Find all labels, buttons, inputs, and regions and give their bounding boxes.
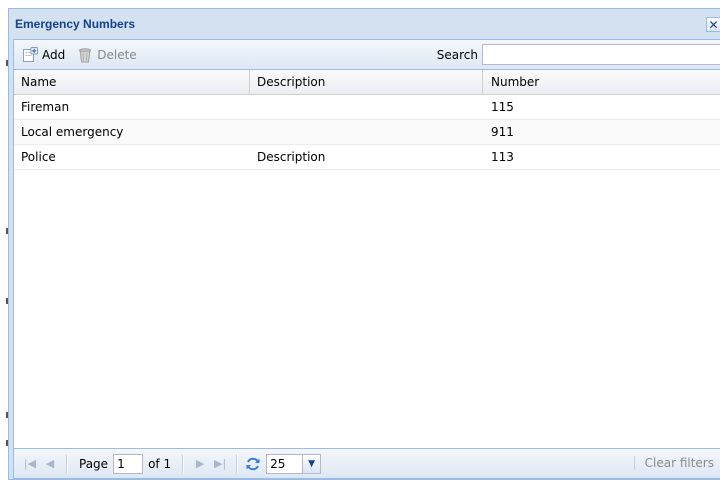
cell-name: Local emergency <box>21 125 124 139</box>
table-row[interactable]: Police Description 113 <box>14 145 720 170</box>
trash-icon <box>77 47 93 63</box>
toolbar: Add Delete Search <box>14 40 720 70</box>
add-contact-icon <box>22 46 38 63</box>
column-header-name[interactable]: Name <box>14 70 250 94</box>
grid-body: Fireman 115 Local emergency 911 Police D… <box>14 95 720 170</box>
window-titlebar[interactable]: Emergency Numbers ✕ <box>9 9 720 39</box>
delete-button-label: Delete <box>97 47 137 62</box>
cell-description <box>250 120 483 144</box>
pager-separator <box>182 454 185 473</box>
cell-number: 911 <box>491 125 514 139</box>
column-header-number[interactable]: Number <box>483 70 720 94</box>
last-page-icon[interactable]: ▶| <box>210 457 230 470</box>
page-label: Page <box>79 456 109 471</box>
add-button-label: Add <box>42 47 66 62</box>
column-header-description[interactable]: Description <box>250 70 483 94</box>
delete-button[interactable]: Delete <box>73 44 140 66</box>
next-page-icon[interactable]: ▶ <box>190 457 210 470</box>
chevron-down-icon[interactable]: ▼ <box>302 454 321 473</box>
close-button[interactable]: ✕ <box>706 17 720 32</box>
add-button[interactable]: Add <box>18 44 69 66</box>
page-count-label: of 1 <box>148 456 172 471</box>
cell-number: 115 <box>491 100 514 114</box>
cell-name: Fireman <box>21 100 70 114</box>
prev-page-icon[interactable]: ◀ <box>40 457 60 470</box>
cell-description <box>250 95 483 119</box>
page-number-input[interactable] <box>113 453 144 474</box>
page-size-select[interactable]: 25 ▼ <box>266 453 322 474</box>
grid-header: Name Description Number <box>14 70 720 95</box>
pager-separator <box>66 454 68 473</box>
paging-toolbar: |◀ ◀ Page of 1 ▶ ▶| 25 ▼ Clear <box>14 448 720 478</box>
pager-separator <box>236 454 239 473</box>
cell-name: Police <box>21 150 56 164</box>
close-icon: ✕ <box>708 17 719 32</box>
first-page-icon[interactable]: |◀ <box>20 457 40 470</box>
window-title: Emergency Numbers <box>15 17 136 31</box>
search-label: Search <box>436 48 478 62</box>
refresh-icon[interactable] <box>244 455 262 473</box>
emergency-numbers-window: Emergency Numbers ✕ Add Delete Search Na… <box>8 8 720 480</box>
table-row[interactable]: Fireman 115 <box>14 95 720 120</box>
clear-filters-button[interactable]: Clear filters <box>633 456 714 470</box>
grid-panel: Add Delete Search Name Description Numbe… <box>13 39 720 479</box>
table-row[interactable]: Local emergency 911 <box>14 120 720 145</box>
cell-number: 113 <box>491 150 514 164</box>
background-marks <box>0 0 8 484</box>
cell-description: Description <box>257 150 326 164</box>
page-size-value: 25 <box>270 456 286 471</box>
search-input[interactable] <box>482 44 720 65</box>
